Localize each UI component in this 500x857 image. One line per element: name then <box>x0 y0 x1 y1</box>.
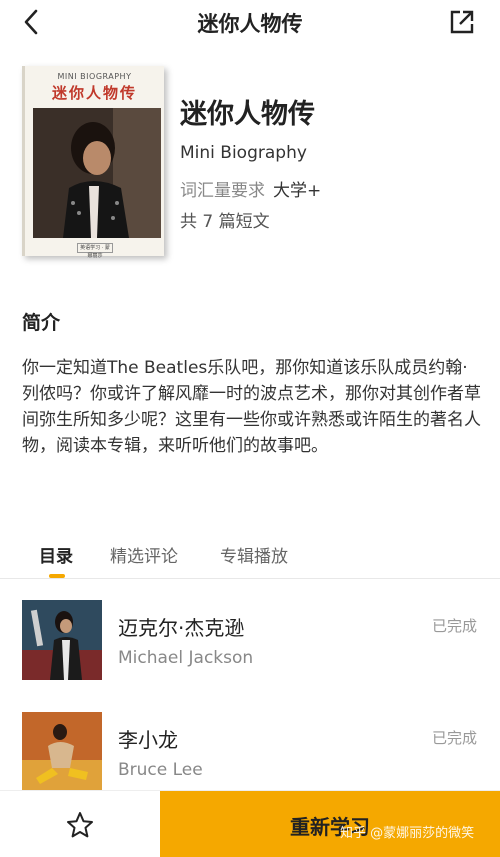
item-title: 迈克尔·杰克逊 <box>118 616 245 640</box>
item-title: 李小龙 <box>118 728 178 752</box>
vocab-requirement: 词汇量要求 大学+ <box>180 176 321 201</box>
tab-bar: 目录 精选评论 专辑播放 <box>0 530 500 579</box>
intro-heading: 简介 <box>22 312 61 334</box>
item-thumbnail <box>22 600 102 680</box>
star-outline-icon <box>67 812 93 838</box>
cover-badge: 英语学习 · 蒙娜丽莎 <box>77 243 113 259</box>
vocab-value: 大学+ <box>273 181 322 201</box>
top-nav: 迷你人物传 <box>0 0 500 46</box>
cover-photo <box>33 108 161 238</box>
album-cover: MINI BIOGRAPHY 迷你人物传 英语学习 · 蒙娜丽莎 <box>22 66 164 259</box>
album-english-title: Mini Biography <box>180 143 307 163</box>
vocab-label: 词汇量要求 <box>180 181 265 201</box>
watermark: 知乎 @蒙娜丽莎的微笑 <box>340 826 475 841</box>
intro-text: 你一定知道The Beatles乐队吧，那你知道该乐队成员约翰·列侬吗？你或许了… <box>22 358 481 456</box>
share-icon[interactable] <box>448 8 476 36</box>
favorite-button[interactable] <box>0 791 160 857</box>
article-count: 共 7 篇短文 <box>180 212 270 232</box>
cover-title: 迷你人物传 <box>51 84 137 102</box>
tab-featured-comments[interactable]: 精选评论 <box>110 542 178 567</box>
tab-catalog[interactable]: 目录 <box>39 542 73 567</box>
tab-album-playback[interactable]: 专辑播放 <box>220 542 288 567</box>
album-title: 迷你人物传 <box>180 99 315 130</box>
cover-subtitle: MINI BIOGRAPHY <box>57 72 132 81</box>
item-thumbnail <box>22 712 102 792</box>
item-status: 已完成 <box>432 729 478 747</box>
page-title: 迷你人物传 <box>197 12 303 36</box>
item-subtitle: Michael Jackson <box>118 648 254 668</box>
item-subtitle: Bruce Lee <box>118 760 203 780</box>
list-item[interactable]: 迈克尔·杰克逊 Michael Jackson 已完成 <box>0 600 500 700</box>
item-status: 已完成 <box>432 617 478 635</box>
tab-indicator <box>49 574 65 578</box>
